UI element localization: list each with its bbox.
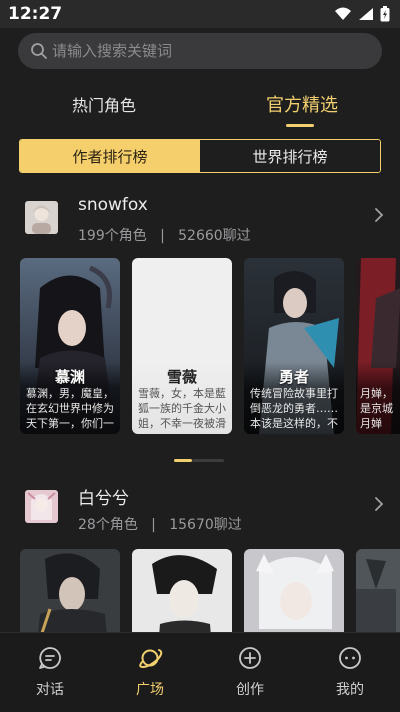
status-bar: 12:27	[0, 0, 400, 28]
character-art	[132, 549, 232, 633]
pager-track	[192, 459, 224, 462]
character-name: 勇者	[278, 368, 309, 386]
nav-profile[interactable]: 我的	[300, 645, 400, 699]
status-time: 12:27	[8, 4, 63, 24]
character-card[interactable]	[356, 549, 400, 633]
nav-plaza[interactable]: 广场	[100, 645, 200, 699]
bottom-navigation: 对话 广场 创作 我的	[0, 632, 400, 712]
character-name: 雪薇	[166, 368, 197, 386]
nav-label: 我的	[336, 682, 364, 698]
author-avatar[interactable]	[25, 490, 58, 523]
character-card[interactable]: 月婵，是京城月婵	[356, 258, 400, 434]
character-card[interactable]	[132, 549, 232, 633]
character-carousel[interactable]: 慕渊 慕渊，男，魔皇，在玄幻世界中修为天下第一，你们一 雪薇 雪薇，女，本是藍狐…	[0, 258, 400, 438]
search-input[interactable]	[52, 33, 352, 69]
battery-icon	[380, 6, 390, 22]
active-tab-indicator	[286, 124, 314, 127]
character-desc: 慕渊，男，魔皇，在玄幻世界中修为天下第一，你们一	[26, 387, 114, 430]
author-name: snowfox	[78, 195, 148, 215]
character-desc: 雪薇，女，本是藍狐一族的千金大小姐，不幸一夜被滑	[138, 387, 226, 430]
character-name: 慕渊	[54, 368, 85, 386]
character-card[interactable]: 勇者 传统冒险故事里打倒恶龙的勇者……本该是这样的，不	[244, 258, 344, 434]
status-icons	[334, 6, 390, 22]
profile-icon	[339, 647, 361, 669]
tab-official-picks[interactable]: 官方精选	[266, 91, 338, 117]
ranking-segmented-control: 作者排行榜 世界排行榜	[19, 139, 381, 173]
nav-create[interactable]: 创作	[200, 645, 300, 699]
chevron-right-icon[interactable]	[374, 207, 384, 223]
plus-circle-icon	[239, 647, 261, 669]
pager-active-dot	[174, 459, 192, 462]
tab-author-ranking[interactable]: 作者排行榜	[20, 140, 200, 172]
wifi-icon	[335, 7, 351, 20]
author-stats: 28个角色 | 15670聊过	[78, 517, 242, 533]
character-desc: 月婵，是京城月婵	[360, 387, 393, 430]
search-icon	[31, 43, 47, 59]
nav-label: 对话	[36, 682, 64, 698]
character-art	[20, 549, 120, 633]
tab-hot-characters[interactable]: 热门角色	[72, 92, 136, 116]
character-desc: 传统冒险故事里打倒恶龙的勇者……本该是这样的，不	[250, 387, 338, 430]
character-art	[356, 549, 400, 633]
signal-icon	[359, 8, 373, 20]
carousel-pager	[174, 459, 224, 462]
search-bar[interactable]	[18, 33, 382, 69]
character-card[interactable]: 雪薇 雪薇，女，本是藍狐一族的千金大小姐，不幸一夜被滑	[132, 258, 232, 434]
author-avatar[interactable]	[25, 201, 58, 234]
character-art	[244, 549, 344, 633]
tab-world-ranking[interactable]: 世界排行榜	[200, 140, 380, 172]
nav-label: 创作	[236, 682, 264, 698]
chevron-right-icon[interactable]	[374, 496, 384, 512]
character-card[interactable]	[20, 549, 120, 633]
chat-icon	[39, 647, 61, 669]
author-name: 白兮兮	[78, 489, 129, 509]
planet-icon	[139, 649, 163, 669]
nav-label: 广场	[136, 682, 164, 698]
nav-chat[interactable]: 对话	[0, 645, 100, 699]
character-card[interactable]	[244, 549, 344, 633]
character-carousel[interactable]	[0, 549, 400, 633]
character-card[interactable]: 慕渊 慕渊，男，魔皇，在玄幻世界中修为天下第一，你们一	[20, 258, 120, 434]
author-stats: 199个角色 | 52660聊过	[78, 228, 251, 244]
